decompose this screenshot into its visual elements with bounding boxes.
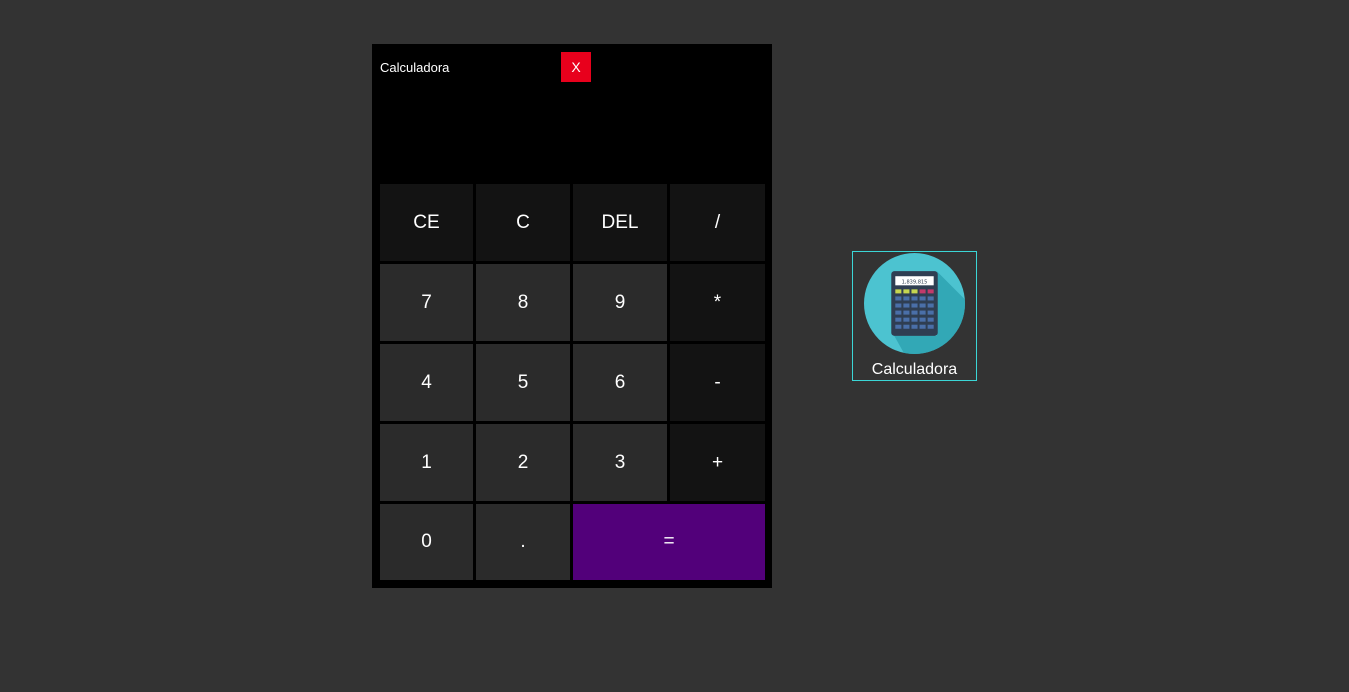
desktop-shortcut-calculadora[interactable]: 1,839,815 Calculadora	[852, 251, 977, 381]
icon-screen-text: 1,839,815	[902, 279, 928, 285]
calculator-display	[380, 88, 764, 180]
window-title: Calculadora	[380, 60, 450, 75]
key-c[interactable]: C	[476, 184, 570, 261]
key-2[interactable]: 2	[476, 424, 570, 501]
key-add[interactable]: +	[670, 424, 765, 501]
key-9[interactable]: 9	[573, 264, 667, 341]
keypad: CE C DEL / 7 8 9 * 4 5 6 - 1 2 3 + 0 . =	[380, 184, 765, 580]
close-button[interactable]: X	[561, 52, 591, 82]
key-equals[interactable]: =	[573, 504, 765, 580]
key-5[interactable]: 5	[476, 344, 570, 421]
key-0[interactable]: 0	[380, 504, 473, 580]
key-multiply[interactable]: *	[670, 264, 765, 341]
desktop-icon-label: Calculadora	[871, 361, 958, 378]
calculator-icon: 1,839,815	[864, 253, 965, 354]
key-del[interactable]: DEL	[573, 184, 667, 261]
key-1[interactable]: 1	[380, 424, 473, 501]
key-8[interactable]: 8	[476, 264, 570, 341]
key-7[interactable]: 7	[380, 264, 473, 341]
key-3[interactable]: 3	[573, 424, 667, 501]
calculator-window: Calculadora X CE C DEL / 7 8 9 * 4 5 6 -…	[372, 44, 772, 588]
key-ce[interactable]: CE	[380, 184, 473, 261]
key-6[interactable]: 6	[573, 344, 667, 421]
key-subtract[interactable]: -	[670, 344, 765, 421]
key-decimal[interactable]: .	[476, 504, 570, 580]
key-divide[interactable]: /	[670, 184, 765, 261]
key-4[interactable]: 4	[380, 344, 473, 421]
